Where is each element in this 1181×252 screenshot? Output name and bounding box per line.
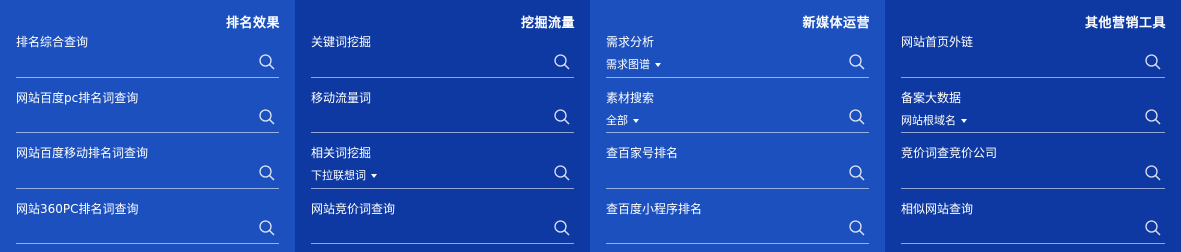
tool-item-label: 查百度小程序排名 [606,201,703,216]
tool-item-label: 关键词挖掘 [311,35,372,49]
column-ranking: 排名效果 排名综合查询 网站百度pc排名词查询 网站百度移动排名词查询 网站36… [0,0,295,252]
tool-item-label: 需求分析 [606,35,655,49]
type-select[interactable]: 下拉联想词 [311,169,377,183]
search-icon[interactable] [1144,108,1162,126]
column-traffic: 挖掘流量 关键词挖掘 移动流量词 相关词挖掘 下拉联想词 网站竞价词查询 [295,0,590,252]
tool-item-label: 相关词挖掘 [311,146,372,160]
search-icon[interactable] [553,53,571,71]
search-icon[interactable] [553,108,571,126]
caret-down-icon [371,174,377,178]
search-icon[interactable] [848,53,866,71]
search-icon[interactable] [1144,53,1162,71]
search-icon[interactable] [1144,219,1162,237]
tool-item-label: 排名综合查询 [16,35,89,49]
search-icon[interactable] [848,164,866,182]
type-select[interactable]: 需求图谱 [606,58,661,72]
search-icon[interactable] [848,219,866,237]
tool-item-label: 查百家号排名 [606,146,679,160]
tool-item-homepage-links[interactable]: 网站首页外链 [901,22,1165,78]
tool-item-similar-sites[interactable]: 相似网站查询 [901,189,1165,244]
caret-down-icon [961,118,967,123]
type-select-value: 下拉联想词 [311,169,366,182]
tool-item-material-search[interactable]: 素材搜索 全部 [606,78,869,133]
tool-item-label: 网站百度pc排名词查询 [16,90,139,105]
caret-down-icon [655,63,661,67]
tool-item-mobile-traffic[interactable]: 移动流量词 [311,78,574,133]
tool-item-mini-program-rank[interactable]: 查百度小程序排名 [606,189,869,244]
caret-down-icon [633,118,639,123]
tool-item-label: 移动流量词 [311,90,372,105]
tool-item-ranking-overview[interactable]: 排名综合查询 [16,22,279,78]
tool-item-bid-company[interactable]: 竞价词查竞价公司 [901,133,1165,189]
tool-item-label: 竞价词查竞价公司 [901,146,998,160]
search-icon[interactable] [258,164,276,182]
type-select[interactable]: 网站根域名 [901,114,967,128]
tool-item-label: 网站360PC排名词查询 [16,201,139,216]
column-other-tools: 其他营销工具 网站首页外链 备案大数据 网站根域名 竞价词查竞价公司 相似网站查… [885,0,1181,252]
column-new-media: 新媒体运营 需求分析 需求图谱 素材搜索 全部 查百家号排名 查百度小程序排名 [590,0,885,252]
tools-panel: 排名效果 排名综合查询 网站百度pc排名词查询 网站百度移动排名词查询 网站36… [0,0,1181,252]
search-icon[interactable] [553,164,571,182]
tool-item-bid-keywords[interactable]: 网站竞价词查询 [311,189,574,244]
type-select-value: 全部 [606,113,628,127]
tool-item-label: 网站百度移动排名词查询 [16,146,149,160]
tool-item-baidu-pc-rank[interactable]: 网站百度pc排名词查询 [16,78,279,133]
type-select-value: 需求图谱 [606,58,650,71]
tool-item-label: 网站首页外链 [901,35,974,49]
search-icon[interactable] [848,108,866,126]
search-icon[interactable] [258,53,276,71]
tool-item-label: 网站竞价词查询 [311,201,396,216]
tool-item-related-keywords[interactable]: 相关词挖掘 下拉联想词 [311,133,574,189]
tool-item-label: 相似网站查询 [901,201,974,216]
tool-item-baidu-mobile-rank[interactable]: 网站百度移动排名词查询 [16,133,279,189]
tool-item-keyword-mining[interactable]: 关键词挖掘 [311,22,574,78]
type-select-value: 网站根域名 [901,113,956,127]
tool-item-icp-data[interactable]: 备案大数据 网站根域名 [901,78,1165,133]
tool-item-baijiahao-rank[interactable]: 查百家号排名 [606,133,869,189]
search-icon[interactable] [258,108,276,126]
search-icon[interactable] [553,219,571,237]
tool-item-demand-analysis[interactable]: 需求分析 需求图谱 [606,22,869,78]
tool-item-360-pc-rank[interactable]: 网站360PC排名词查询 [16,189,279,244]
search-icon[interactable] [258,219,276,237]
tool-item-label: 素材搜索 [606,90,655,105]
type-select[interactable]: 全部 [606,114,639,128]
search-icon[interactable] [1144,164,1162,182]
tool-item-label: 备案大数据 [901,90,962,105]
